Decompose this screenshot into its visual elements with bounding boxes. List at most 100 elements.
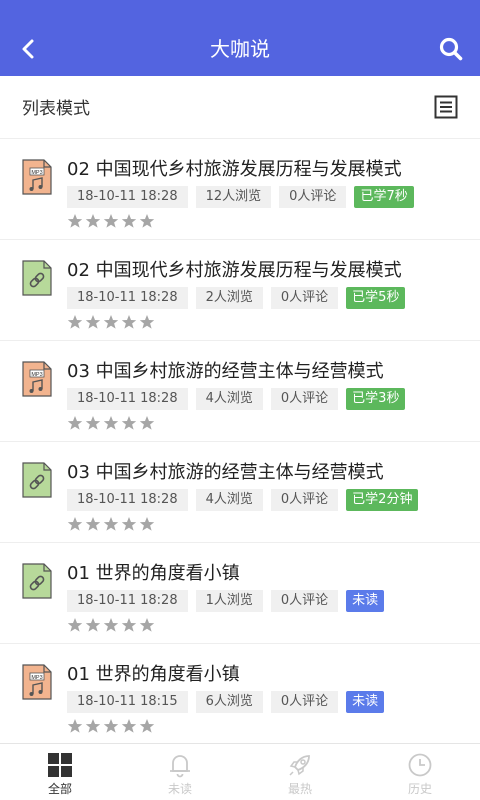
star-icon <box>85 618 101 632</box>
star-icon <box>139 719 155 733</box>
tab-label: 全部 <box>47 782 72 796</box>
star-icon <box>139 618 155 632</box>
rating-stars <box>67 415 157 431</box>
item-meta: 18-10-11 18:15 6人浏览 0人评论 未读 <box>67 691 385 713</box>
status-badge: 已学7秒 <box>354 186 414 208</box>
tab-label: 未读 <box>167 782 192 796</box>
star-icon <box>103 517 119 531</box>
svg-text:MP3: MP3 <box>31 170 42 176</box>
page-title: 大咖说 <box>210 37 270 61</box>
star-icon <box>67 416 83 430</box>
status-badge: 已学3秒 <box>346 388 406 410</box>
item-title[interactable]: 03 中国乡村旅游的经营主体与经营模式 <box>67 458 407 484</box>
star-icon <box>121 214 137 228</box>
item-views: 6人浏览 <box>195 691 263 713</box>
item-comments: 0人评论 <box>270 489 339 511</box>
item-title[interactable]: 03 中国乡村旅游的经营主体与经营模式 <box>67 357 407 383</box>
item-comments: 0人评论 <box>270 287 339 309</box>
star-icon <box>121 416 137 430</box>
status-badge: 已学5秒 <box>346 287 406 309</box>
tab-unread[interactable]: 未读 <box>120 744 240 800</box>
rocket-icon <box>289 755 310 776</box>
item-views: 4人浏览 <box>195 489 263 511</box>
item-comments: 0人评论 <box>279 186 347 208</box>
item-title[interactable]: 01 世界的角度看小镇 <box>67 559 407 585</box>
star-icon <box>67 719 83 733</box>
mp3-file-icon: MP3 <box>22 664 52 700</box>
star-icon <box>85 719 101 733</box>
bell-icon <box>170 755 190 778</box>
star-icon <box>121 315 137 329</box>
item-meta: 18-10-11 18:28 2人浏览 0人评论 已学5秒 <box>67 287 406 309</box>
list-item[interactable]: 02 中国现代乡村旅游发展历程与发展模式 18-10-11 18:28 2人浏览 0… <box>0 240 480 341</box>
status-badge: 已学2分钟 <box>346 489 419 511</box>
item-views: 12人浏览 <box>195 186 272 208</box>
star-icon <box>67 517 83 531</box>
search-icon[interactable] <box>436 34 466 64</box>
view-mode-label: 列表模式 <box>22 99 90 119</box>
tab-label: 最热 <box>287 782 312 796</box>
item-date: 18-10-11 18:28 <box>67 590 188 612</box>
item-views: 1人浏览 <box>195 590 263 612</box>
link-file-icon <box>22 260 52 296</box>
item-views: 2人浏览 <box>195 287 263 309</box>
item-meta: 18-10-11 18:28 1人浏览 0人评论 未读 <box>67 590 385 612</box>
clock-icon <box>408 753 432 777</box>
list-item[interactable]: 01 世界的角度看小镇 18-10-11 18:28 1人浏览 0人评论 未读 <box>0 543 480 644</box>
svg-text:MP3: MP3 <box>31 675 42 681</box>
app-header: 大咖说 <box>0 0 480 76</box>
rating-stars <box>67 213 157 229</box>
star-icon <box>103 719 119 733</box>
item-date: 18-10-11 18:28 <box>67 388 188 410</box>
star-icon <box>85 517 101 531</box>
content-list: MP3 02 中国现代乡村旅游发展历程与发展模式 18-10-11 18:28 1… <box>0 139 480 745</box>
star-icon <box>121 719 137 733</box>
item-comments: 0人评论 <box>270 691 339 713</box>
rating-stars <box>67 314 157 330</box>
list-item[interactable]: MP3 02 中国现代乡村旅游发展历程与发展模式 18-10-11 18:28 1… <box>0 139 480 240</box>
item-date: 18-10-11 18:15 <box>67 691 188 713</box>
star-icon <box>103 618 119 632</box>
list-view-icon[interactable] <box>434 95 458 119</box>
list-item[interactable]: MP3 03 中国乡村旅游的经营主体与经营模式 18-10-11 18:28 4人… <box>0 341 480 442</box>
star-icon <box>67 315 83 329</box>
tab-label: 历史 <box>407 782 432 796</box>
tab-hot[interactable]: 最热 <box>240 744 360 800</box>
tab-history[interactable]: 历史 <box>360 744 480 800</box>
star-icon <box>139 416 155 430</box>
star-icon <box>85 315 101 329</box>
star-icon <box>139 517 155 531</box>
rating-stars <box>67 516 157 532</box>
star-icon <box>121 618 137 632</box>
bottom-tab-bar: 全部 未读 最热 历史 <box>0 743 480 800</box>
star-icon <box>139 315 155 329</box>
item-title[interactable]: 02 中国现代乡村旅游发展历程与发展模式 <box>67 256 407 282</box>
status-badge: 未读 <box>346 691 385 713</box>
rating-stars <box>67 617 157 633</box>
star-icon <box>85 214 101 228</box>
tab-all[interactable]: 全部 <box>0 744 120 800</box>
star-icon <box>103 315 119 329</box>
star-icon <box>103 214 119 228</box>
view-mode-bar: 列表模式 <box>0 76 480 139</box>
rating-stars <box>67 718 157 734</box>
link-file-icon <box>22 563 52 599</box>
item-date: 18-10-11 18:28 <box>67 186 188 208</box>
grid-icon <box>48 753 72 777</box>
list-item[interactable]: MP3 01 世界的角度看小镇 18-10-11 18:15 6人浏览 0人评论 未读 <box>0 644 480 745</box>
item-date: 18-10-11 18:28 <box>67 287 188 309</box>
star-icon <box>103 416 119 430</box>
item-comments: 0人评论 <box>270 590 339 612</box>
item-meta: 18-10-11 18:28 12人浏览 0人评论 已学7秒 <box>67 186 414 208</box>
item-meta: 18-10-11 18:28 4人浏览 0人评论 已学2分钟 <box>67 489 419 511</box>
star-icon <box>139 214 155 228</box>
star-icon <box>67 214 83 228</box>
item-title[interactable]: 02 中国现代乡村旅游发展历程与发展模式 <box>67 155 407 181</box>
item-views: 4人浏览 <box>195 388 263 410</box>
item-title[interactable]: 01 世界的角度看小镇 <box>67 660 407 686</box>
star-icon <box>67 618 83 632</box>
list-item[interactable]: 03 中国乡村旅游的经营主体与经营模式 18-10-11 18:28 4人浏览 0人… <box>0 442 480 543</box>
link-file-icon <box>22 462 52 498</box>
star-icon <box>121 517 137 531</box>
mp3-file-icon: MP3 <box>22 361 52 397</box>
